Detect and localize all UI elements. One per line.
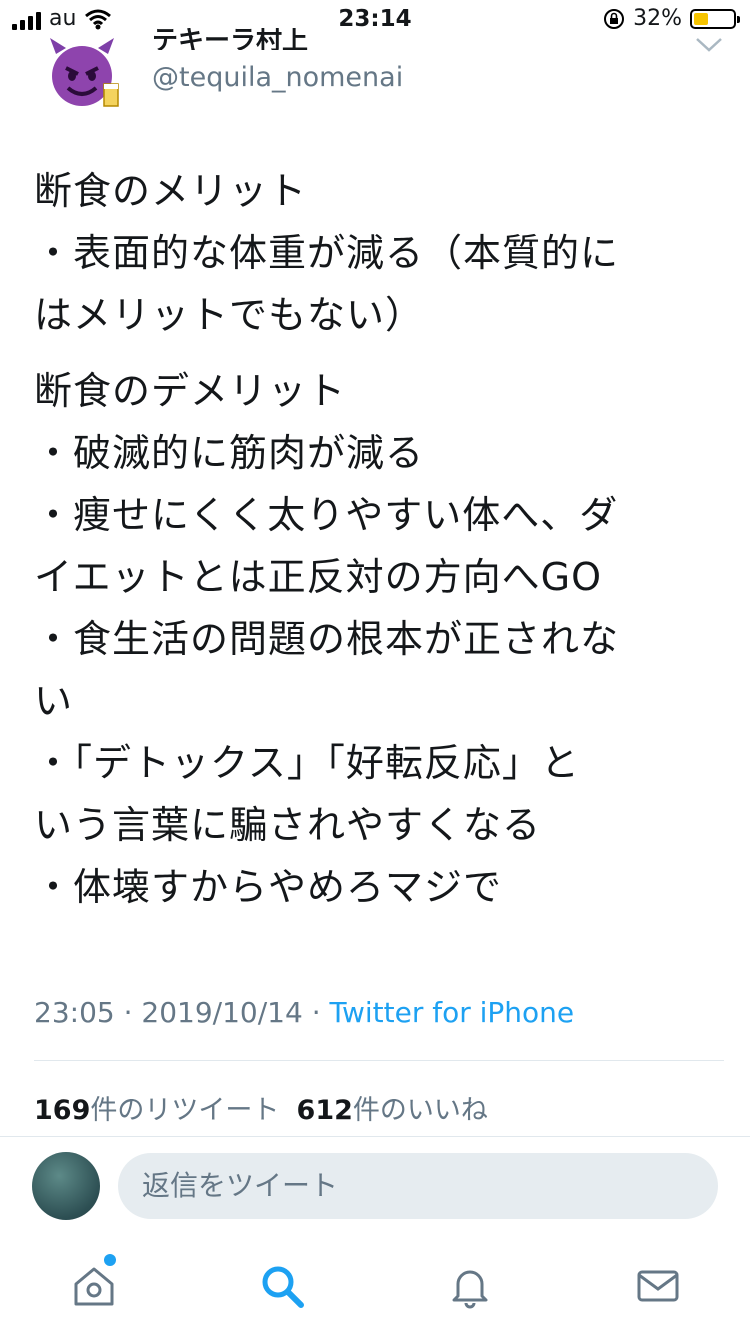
display-name[interactable]: テキーラ村上 xyxy=(152,28,308,50)
retweet-count: 169 xyxy=(34,1095,91,1126)
reply-input[interactable]: 返信をツイート xyxy=(118,1153,718,1219)
tweet-line: 断食のメリット xyxy=(34,169,308,213)
like-count: 612 xyxy=(296,1095,353,1126)
chevron-down-icon[interactable] xyxy=(694,34,724,54)
tweet-line: ・表面的な体重が減る（本質的に xyxy=(34,231,620,275)
retweet-count-link[interactable]: 169件のリツイート xyxy=(34,1095,279,1126)
tweet-stats: 169件のリツイート 612件のいいね xyxy=(34,1088,488,1127)
meta-separator: · xyxy=(302,996,330,1029)
tweet-line: いう言葉に騙されやすくなる xyxy=(34,803,542,847)
notifications-icon[interactable] xyxy=(446,1262,494,1310)
messages-icon[interactable] xyxy=(634,1262,682,1310)
tweet-line: イエットとは正反対の方向へGO xyxy=(34,555,602,599)
divider xyxy=(34,1060,724,1061)
tweet-line: ・「デトックス」「好転反応」と xyxy=(34,741,580,785)
tweet-line: ・食生活の問題の根本が正されな xyxy=(34,617,620,661)
my-avatar[interactable] xyxy=(32,1152,100,1220)
tweet-source-link[interactable]: Twitter for iPhone xyxy=(330,996,575,1029)
battery-percent: 32% xyxy=(633,6,682,31)
tweet-line: い xyxy=(34,679,74,723)
status-right: 32% xyxy=(603,6,740,31)
devil-emoji-avatar[interactable] xyxy=(44,34,120,110)
tweet-line: はメリットでもない） xyxy=(34,293,425,337)
tweet-paragraph: 断食のメリット ・表面的な体重が減る（本質的に はメリットでもない） xyxy=(34,160,714,346)
tweet-time: 23:05 xyxy=(34,996,115,1029)
like-count-link[interactable]: 612件のいいね xyxy=(297,1095,488,1126)
retweet-label: 件のリツイート xyxy=(90,1095,280,1126)
tweet-paragraph: 断食のデメリット ・破滅的に筋肉が減る ・痩せにくく太りやすい体へ、ダ イエット… xyxy=(34,360,714,918)
tweet-meta: 23:05 · 2019/10/14 · Twitter for iPhone xyxy=(34,996,574,1029)
battery-icon xyxy=(690,8,740,29)
tweet-text: 断食のメリット ・表面的な体重が減る（本質的に はメリットでもない） 断食のデメ… xyxy=(34,160,714,932)
orientation-lock-icon xyxy=(604,8,625,29)
tweet-date: 2019/10/14 xyxy=(141,996,303,1029)
tweet-line: ・体壊すからやめろマジで xyxy=(34,865,503,909)
tweet-line: ・痩せにくく太りやすい体へ、ダ xyxy=(34,493,619,537)
meta-separator: · xyxy=(114,996,142,1029)
like-label: 件のいいね xyxy=(352,1095,488,1126)
tweet-line: ・破滅的に筋肉が減る xyxy=(34,431,425,475)
divider xyxy=(0,1136,750,1137)
notification-dot xyxy=(104,1254,116,1266)
tweet-line: 断食のデメリット xyxy=(34,369,347,413)
user-handle[interactable]: @tequila_nomenai xyxy=(152,62,403,93)
home-icon[interactable] xyxy=(70,1262,118,1310)
search-icon[interactable] xyxy=(258,1262,306,1310)
